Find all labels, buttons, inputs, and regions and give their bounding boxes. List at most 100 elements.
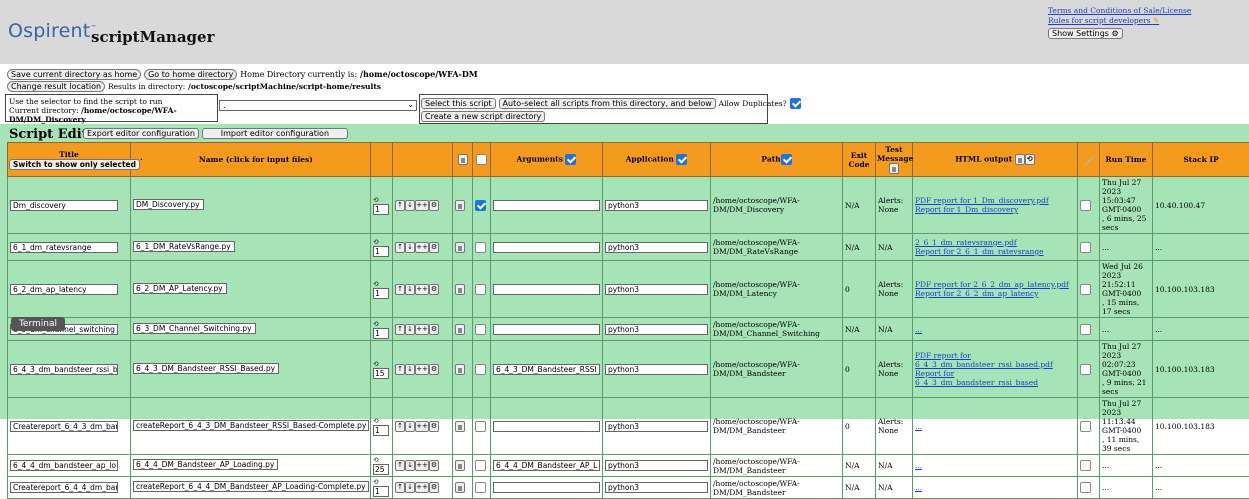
html-report-link[interactable]: Report for xyxy=(915,369,1075,378)
show-settings-button[interactable]: Show Settings ⚙ xyxy=(1048,28,1123,39)
arguments-checkbox[interactable] xyxy=(565,154,576,165)
repeat-count-input[interactable]: 1 xyxy=(373,486,389,497)
row-select-checkbox[interactable] xyxy=(475,324,486,335)
delete-row-icon[interactable] xyxy=(455,482,465,493)
delete-row-icon[interactable] xyxy=(455,284,465,295)
html-report-link[interactable]: ... xyxy=(915,461,1075,470)
settings-gear-icon[interactable]: ⚙ xyxy=(429,421,439,432)
html-report-link[interactable]: ... xyxy=(915,325,1075,334)
move-up-button[interactable]: ↑ xyxy=(395,200,405,211)
terminal-tab[interactable]: Terminal xyxy=(11,317,65,331)
settings-gear-icon[interactable]: ⚙ xyxy=(429,482,439,493)
duplicate-button[interactable]: ++ xyxy=(415,364,429,375)
application-input[interactable]: python3 xyxy=(605,200,708,211)
move-down-button[interactable]: ↓ xyxy=(405,482,415,493)
script-name-field[interactable]: createReport_6_4_4_DM_Bandsteer_AP_Loadi… xyxy=(133,481,369,492)
row-select-checkbox[interactable] xyxy=(475,482,486,493)
arguments-input[interactable] xyxy=(493,421,600,432)
row-select-checkbox[interactable] xyxy=(475,284,486,295)
settings-gear-icon[interactable]: ⚙ xyxy=(429,364,439,375)
repeat-count-input[interactable]: 1 xyxy=(373,204,389,215)
export-config-button[interactable]: Export editor configuration xyxy=(83,128,199,139)
move-down-button[interactable]: ↓ xyxy=(405,421,415,432)
duplicate-button[interactable]: ++ xyxy=(415,242,429,253)
select-all-checkbox[interactable] xyxy=(476,154,487,165)
save-dir-button[interactable]: Save current directory as home xyxy=(7,69,141,80)
duplicate-button[interactable]: ++ xyxy=(415,324,429,335)
html-report-link[interactable]: PDF report for xyxy=(915,351,1075,360)
settings-gear-icon[interactable]: ⚙ xyxy=(429,284,439,295)
script-selector[interactable]: . ⌄ xyxy=(219,100,417,111)
row-extra-checkbox[interactable] xyxy=(1080,242,1091,253)
application-input[interactable]: python3 xyxy=(605,242,708,253)
arguments-input[interactable] xyxy=(493,324,600,335)
html-report-link[interactable]: Report for 2_6_2_dm_ap_latency xyxy=(915,289,1075,298)
settings-gear-icon[interactable]: ⚙ xyxy=(429,200,439,211)
path-checkbox[interactable] xyxy=(781,154,792,165)
move-up-button[interactable]: ↑ xyxy=(395,284,405,295)
title-input[interactable]: 6_4_3_dm_bandsteer_rssi_b xyxy=(10,364,118,375)
application-input[interactable]: python3 xyxy=(605,284,708,295)
repeat-count-input[interactable]: 1 xyxy=(373,328,389,339)
row-extra-checkbox[interactable] xyxy=(1080,421,1091,432)
move-down-button[interactable]: ↓ xyxy=(405,242,415,253)
script-name-field[interactable]: 6_2_DM_AP_Latency.py xyxy=(133,283,227,294)
repeat-count-input[interactable]: 1 xyxy=(373,246,389,257)
delete-row-icon[interactable] xyxy=(455,364,465,375)
title-input[interactable]: 6_2_dm_ap_latency xyxy=(10,284,118,295)
row-select-checkbox[interactable] xyxy=(475,242,486,253)
move-up-button[interactable]: ↑ xyxy=(395,364,405,375)
auto-select-button[interactable]: Auto-select all scripts from this direct… xyxy=(499,98,716,109)
html-report-link[interactable]: Report for 1_Dm_discovery xyxy=(915,205,1075,214)
go-home-button[interactable]: Go to home directory xyxy=(144,69,237,80)
application-input[interactable]: python3 xyxy=(605,421,708,432)
html-report-link[interactable]: 6_4_3_dm_bandsteer_rssi_based xyxy=(915,378,1075,387)
html-report-link[interactable]: 6_4_3_dm_bandsteer_rssi_based.pdf xyxy=(915,360,1075,369)
script-name-field[interactable]: 6_4_3_DM_Bandsteer_RSSI_Based.py xyxy=(133,363,279,374)
arguments-input[interactable] xyxy=(493,284,600,295)
trash-all-icon[interactable] xyxy=(458,154,468,165)
title-input[interactable]: Createreport_6_4_3_dm_bar xyxy=(10,421,118,432)
settings-gear-icon[interactable]: ⚙ xyxy=(429,460,439,471)
title-input[interactable]: 6_1_dm_ratevsrange xyxy=(10,242,118,253)
move-down-button[interactable]: ↓ xyxy=(405,364,415,375)
duplicate-button[interactable]: ++ xyxy=(415,200,429,211)
script-name-field[interactable]: createReport_6_4_3_DM_Bandsteer_RSSI_Bas… xyxy=(133,420,369,431)
move-down-button[interactable]: ↓ xyxy=(405,200,415,211)
script-name-field[interactable]: 6_3_DM_Channel_Switching.py xyxy=(133,323,256,334)
arguments-input[interactable]: 6_4_4_DM_Bandsteer_AP_L xyxy=(493,460,600,471)
row-extra-checkbox[interactable] xyxy=(1080,284,1091,295)
html-report-link[interactable]: ... xyxy=(915,422,1075,431)
move-down-button[interactable]: ↓ xyxy=(405,324,415,335)
duplicate-button[interactable]: ++ xyxy=(415,482,429,493)
refresh-icon[interactable]: ⟲ xyxy=(1025,154,1035,165)
script-name-field[interactable]: DM_Discovery.py xyxy=(133,199,204,210)
delete-row-icon[interactable] xyxy=(455,200,465,211)
move-up-button[interactable]: ↑ xyxy=(395,482,405,493)
move-up-button[interactable]: ↑ xyxy=(395,324,405,335)
create-dir-button[interactable]: Create a new script directory xyxy=(421,111,545,122)
select-this-button[interactable]: Select this script xyxy=(421,98,496,109)
change-result-button[interactable]: Change result location xyxy=(7,81,105,92)
arguments-input[interactable] xyxy=(493,482,600,493)
row-select-checkbox[interactable] xyxy=(475,460,486,471)
settings-gear-icon[interactable]: ⚙ xyxy=(429,324,439,335)
move-up-button[interactable]: ↑ xyxy=(395,242,405,253)
row-select-checkbox[interactable] xyxy=(475,364,486,375)
delete-row-icon[interactable] xyxy=(455,324,465,335)
settings-gear-icon[interactable]: ⚙ xyxy=(429,242,439,253)
row-extra-checkbox[interactable] xyxy=(1080,460,1091,471)
terms-link[interactable]: Terms and Conditions of Sale/License xyxy=(1048,6,1191,16)
rules-link[interactable]: Rules for script developers ✎ xyxy=(1048,16,1191,26)
move-up-button[interactable]: ↑ xyxy=(395,421,405,432)
import-config-button[interactable]: Import editor configuration xyxy=(202,128,348,139)
arguments-input[interactable] xyxy=(493,200,600,211)
duplicate-button[interactable]: ++ xyxy=(415,284,429,295)
html-report-link[interactable]: Report for 2_6_1_dm_ratevsrange xyxy=(915,247,1075,256)
col-name[interactable]: ·Name (click for input files) xyxy=(131,143,371,177)
delete-row-icon[interactable] xyxy=(455,460,465,471)
script-name-field[interactable]: 6_1_DM_RateVsRange.py xyxy=(133,241,235,252)
application-input[interactable]: python3 xyxy=(605,364,708,375)
duplicate-button[interactable]: ++ xyxy=(415,421,429,432)
application-input[interactable]: python3 xyxy=(605,324,708,335)
